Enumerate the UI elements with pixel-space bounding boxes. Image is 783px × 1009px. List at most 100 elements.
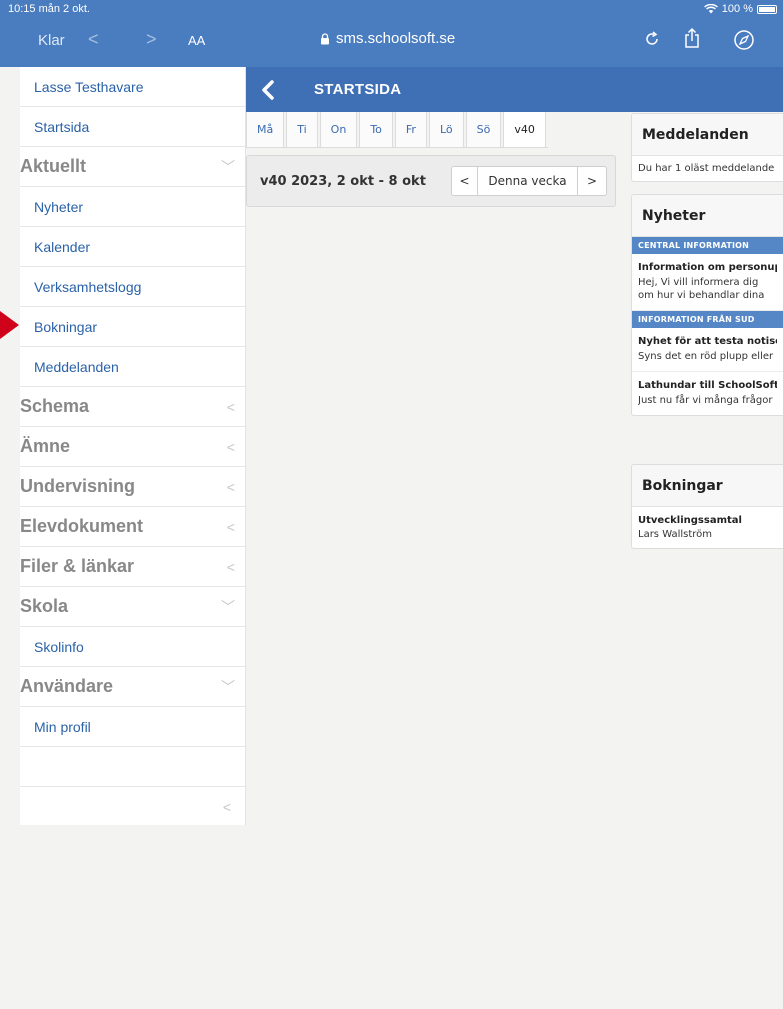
sidebar-user[interactable]: Lasse Testhavare: [20, 67, 245, 107]
chevron-down-icon: ﹀: [221, 598, 235, 615]
week-button-group: < Denna vecka >: [451, 166, 607, 196]
sidebar-item-label: Verksamhetslogg: [34, 278, 142, 295]
news-panel: Nyheter CENTRAL INFORMATION Information …: [631, 194, 783, 416]
sidebar-section-label: Aktuellt: [20, 156, 87, 176]
sidebar-item-kalender[interactable]: Kalender: [20, 227, 245, 267]
messages-title: Meddelanden: [632, 114, 783, 156]
sidebar-item-startsida[interactable]: Startsida: [20, 107, 245, 147]
reload-icon[interactable]: [643, 30, 661, 48]
bookings-panel: Bokningar Utvecklingssamtal Lars Wallstr…: [631, 464, 783, 549]
tab-thursday[interactable]: To: [359, 112, 393, 148]
battery-icon: [757, 4, 777, 14]
tab-week[interactable]: v40: [503, 112, 546, 148]
page-header: STARTSIDA: [246, 67, 783, 112]
sidebar-item-label: Skolinfo: [34, 638, 84, 655]
chevron-left-icon: <: [222, 799, 231, 815]
messages-panel: Meddelanden Du har 1 oläst meddelande: [631, 113, 783, 182]
tab-wednesday[interactable]: On: [319, 112, 358, 148]
text-size-button[interactable]: AA: [188, 33, 205, 48]
sidebar-section-schema[interactable]: Schema <: [20, 387, 245, 427]
sidebar-section-skola[interactable]: Skola ﹀: [20, 587, 245, 627]
sidebar-item-label: Kalender: [34, 238, 91, 255]
sidebar-section-elevdokument[interactable]: Elevdokument <: [20, 507, 245, 547]
news-item-title: Lathundar till SchoolSoft: [638, 380, 777, 391]
sidebar-item-nyheter[interactable]: Nyheter: [20, 187, 245, 227]
news-category: CENTRAL INFORMATION: [632, 237, 783, 254]
news-item-title: Nyhet för att testa notiser: [638, 336, 777, 347]
sidebar-section-anvandare[interactable]: Användare ﹀: [20, 667, 245, 707]
sidebar-section-aktuellt[interactable]: Aktuellt ﹀: [20, 147, 245, 187]
sidebar-nav: Lasse Testhavare Startsida Aktuellt ﹀ Ny…: [20, 67, 246, 825]
battery-percent: 100 %: [721, 3, 753, 15]
sidebar-section-undervisning[interactable]: Undervisning <: [20, 467, 245, 507]
done-button[interactable]: Klar: [38, 32, 65, 49]
news-item-excerpt: Syns det en röd plupp eller inte?: [638, 351, 777, 362]
sidebar-item-verksamhetslogg[interactable]: Verksamhetslogg: [20, 267, 245, 307]
messages-text[interactable]: Du har 1 oläst meddelande: [632, 156, 783, 181]
current-week-button[interactable]: Denna vecka: [478, 167, 578, 195]
sidebar-item-label: Min profil: [34, 718, 91, 735]
status-indicators: 100 %: [703, 3, 777, 15]
sidebar-item-label: Bokningar: [34, 318, 98, 335]
tab-monday[interactable]: Må: [246, 112, 285, 148]
news-category: INFORMATION FRÅN SUD: [632, 311, 783, 328]
day-tabs: Må Ti On To Fr Lö Sö v40: [246, 112, 548, 148]
sidebar-item-label: Meddelanden: [34, 358, 119, 375]
share-icon[interactable]: [682, 27, 702, 49]
next-week-button[interactable]: >: [578, 167, 606, 195]
news-item-excerpt: Just nu får vi många frågor: [638, 395, 773, 406]
sidebar-section-label: Skola: [20, 596, 69, 616]
chevron-left-icon: <: [226, 518, 235, 535]
sidebar-collapse-button[interactable]: <: [20, 787, 245, 827]
booking-item-person: Lars Wallström: [638, 529, 713, 540]
news-item-excerpt: Hej, Vi vill informera dig om hur vi beh…: [638, 277, 765, 301]
lock-icon: [321, 32, 329, 44]
news-item[interactable]: Lathundar till SchoolSoft Just nu får vi…: [632, 372, 783, 415]
chevron-left-icon: <: [226, 438, 235, 455]
compass-icon[interactable]: [733, 29, 755, 51]
sidebar-section-label: Elevdokument: [20, 516, 144, 536]
url-text: sms.schoolsoft.se: [336, 30, 456, 47]
chevron-left-icon: <: [226, 478, 235, 495]
news-item[interactable]: Information om personuppgifter Hej, Vi v…: [632, 254, 783, 311]
back-arrow-icon[interactable]: <: [88, 29, 99, 50]
tab-saturday[interactable]: Lö: [428, 112, 464, 148]
status-time: 10:15 mån 2 okt.: [8, 3, 90, 15]
sidebar-item-label: Startsida: [34, 118, 90, 135]
bookings-title: Bokningar: [632, 465, 783, 507]
page-title: STARTSIDA: [314, 81, 402, 98]
chevron-down-icon: ﹀: [221, 678, 235, 695]
sidebar-section-label: Användare: [20, 676, 114, 696]
chevron-down-icon: ﹀: [221, 158, 235, 175]
back-chevron-icon[interactable]: [260, 79, 276, 100]
browser-toolbar: 10:15 mån 2 okt. 100 % Klar < > AA sms.s…: [0, 0, 783, 67]
address-bar[interactable]: sms.schoolsoft.se: [320, 30, 455, 47]
tab-friday[interactable]: Fr: [394, 112, 427, 148]
news-item[interactable]: Nyhet för att testa notiser Syns det en …: [632, 328, 783, 372]
sidebar-item-label: Nyheter: [34, 198, 84, 215]
sidebar-item-meddelanden[interactable]: Meddelanden: [20, 347, 245, 387]
wifi-icon: [703, 4, 718, 14]
booking-item-title: Utvecklingssamtal: [638, 515, 742, 526]
sidebar-item-min-profil[interactable]: Min profil: [20, 707, 245, 747]
tab-tuesday[interactable]: Ti: [286, 112, 318, 148]
sidebar-section-label: Filer & länkar: [20, 556, 135, 576]
sidebar-item-bokningar[interactable]: Bokningar: [20, 307, 245, 347]
forward-arrow-icon[interactable]: >: [146, 29, 157, 50]
previous-week-button[interactable]: <: [452, 167, 478, 195]
chevron-left-icon: <: [226, 558, 235, 575]
sidebar-user-name: Lasse Testhavare: [34, 78, 144, 95]
booking-item[interactable]: Utvecklingssamtal Lars Wallström: [632, 507, 783, 548]
pointer-arrow-icon: [0, 311, 19, 339]
sidebar-section-label: Undervisning: [20, 476, 136, 496]
sidebar-item-skolinfo[interactable]: Skolinfo: [20, 627, 245, 667]
chevron-left-icon: <: [226, 398, 235, 415]
tab-sunday[interactable]: Sö: [465, 112, 502, 148]
sidebar-section-amne[interactable]: Ämne <: [20, 427, 245, 467]
sidebar-section-label: Schema: [20, 396, 90, 416]
sidebar-spacer: [20, 747, 245, 787]
sidebar-section-filer-lankar[interactable]: Filer & länkar <: [20, 547, 245, 587]
week-navigator: v40 2023, 2 okt - 8 okt < Denna vecka >: [246, 155, 616, 207]
sidebar-section-label: Ämne: [20, 436, 71, 456]
news-title: Nyheter: [632, 195, 783, 237]
